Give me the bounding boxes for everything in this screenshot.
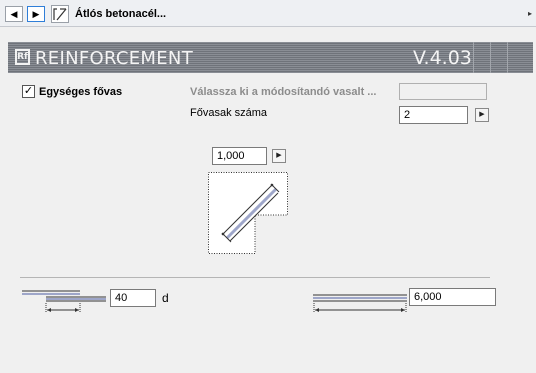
header-divider [473,42,474,73]
next-button[interactable]: ▶ [27,6,45,22]
lap-splice-diagram [20,287,110,317]
lap-unit-label: d [162,291,169,305]
uniform-main-bar-label: Egységes fővas [39,86,123,98]
plugin-header: Rf REINFORCEMENT V.4.03 [8,42,533,73]
bar-count-label: Fővasak száma [190,107,268,119]
triangle-right-icon: ▶ [479,111,485,118]
version-label: V.4.03 [413,47,472,69]
diagonal-bar-diagram [208,172,288,254]
bar-cover-diagram [311,289,411,317]
bar-count-arrow-button[interactable]: ▶ [475,108,489,122]
brand-title: REINFORCEMENT [35,48,193,69]
bar-length-arrow-button[interactable]: ▶ [272,149,286,163]
header-divider [507,42,508,73]
navigation-bar: ◀ ▶ Átlós betonacél... ▸ [0,0,536,27]
select-rebar-label: Válassza ki a módosítandó vasalt ... [190,86,377,98]
previous-button[interactable]: ◀ [5,6,23,22]
bar-count-input[interactable]: 2 [399,106,468,124]
triangle-right-icon: ▶ [276,152,282,159]
uniform-main-bar-checkbox[interactable]: ✓ [22,85,35,98]
header-divider [490,42,491,73]
lap-length-input[interactable]: 40 [110,289,156,307]
object-title: Átlós betonacél... [75,8,167,20]
checkmark-icon: ✓ [23,85,34,97]
section-separator [20,277,490,278]
select-rebar-field[interactable] [399,83,487,100]
brand-logo: Rf [15,49,30,65]
diagonal-rebar-icon[interactable] [51,5,69,23]
triangle-left-icon: ◀ [10,8,18,19]
cover-value-input[interactable]: 6,000 [409,288,496,306]
expand-arrow-icon[interactable]: ▸ [528,9,532,18]
bar-length-input[interactable]: 1,000 [212,147,267,165]
triangle-right-icon: ▶ [32,8,40,19]
